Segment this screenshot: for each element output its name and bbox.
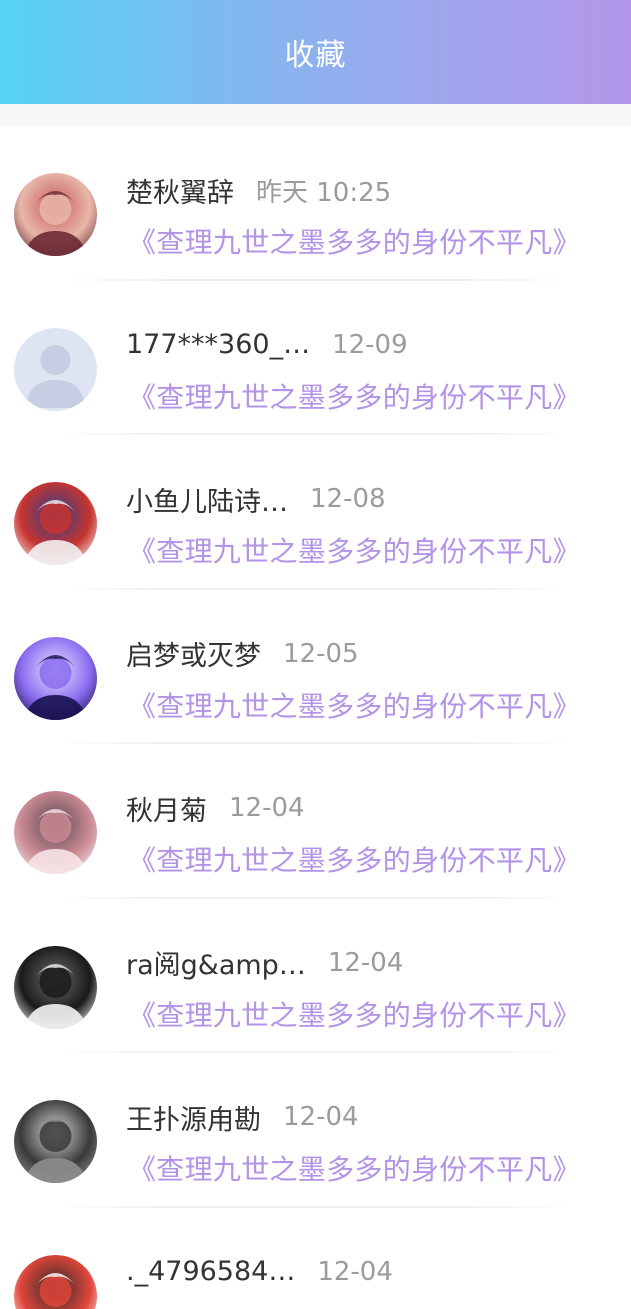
- grayscale-portrait-avatar-icon: [14, 1100, 97, 1183]
- item-meta: 启梦或灭梦 12-05: [126, 634, 359, 673]
- item-meta: ra阅g&amp… 12-04: [126, 943, 404, 982]
- timestamp: 昨天 10:25: [256, 177, 392, 208]
- avatar[interactable]: [14, 1254, 97, 1309]
- timestamp: 12-04: [283, 1102, 359, 1132]
- header-bar: 收藏: [0, 0, 631, 104]
- timestamp: 12-05: [283, 638, 359, 669]
- user-name[interactable]: 小鱼儿陆诗…: [126, 480, 288, 519]
- item-meta: ._4796584… 12-04: [126, 1254, 393, 1290]
- avatar[interactable]: [14, 945, 97, 1029]
- book-title[interactable]: 《查理九世之墨多多的身份不平凡》: [128, 994, 581, 1034]
- list-item[interactable]: ra阅g&amp… 12-04 《查理九世之墨多多的身份不平凡》: [0, 899, 631, 1053]
- book-title[interactable]: 《查理九世之墨多多的身份不平凡》: [128, 376, 581, 416]
- header-spacer: [0, 104, 631, 126]
- anime-girl-avatar-icon: [14, 173, 97, 256]
- list-item[interactable]: 小鱼儿陆诗… 12-08 《查理九世之墨多多的身份不平凡》: [0, 435, 631, 590]
- monochrome-boy-avatar-icon: [14, 945, 97, 1029]
- red-hair-cartoon-avatar-icon: [14, 1254, 97, 1309]
- timestamp: 12-04: [229, 793, 305, 823]
- user-name[interactable]: 启梦或灭梦: [126, 634, 261, 673]
- page-title: 收藏: [284, 38, 347, 73]
- book-title[interactable]: 《查理九世之墨多多的身份不平凡》: [128, 221, 581, 261]
- list-item[interactable]: 177***360_… 12-09 《查理九世之墨多多的身份不平凡》: [0, 281, 631, 435]
- list-item[interactable]: 秋月菊 12-04 《查理九世之墨多多的身份不平凡》: [0, 744, 631, 899]
- user-name[interactable]: ra阅g&amp…: [126, 943, 306, 982]
- list-item[interactable]: 王扑源甪勘 12-04 《查理九世之墨多多的身份不平凡》: [0, 1053, 631, 1208]
- user-name[interactable]: 楚秋翼辞: [126, 171, 234, 210]
- item-meta: 小鱼儿陆诗… 12-08: [126, 480, 386, 519]
- purple-energy-avatar-icon: [14, 636, 97, 720]
- list-item[interactable]: ._4796584… 12-04 《查理九世之墨多多的身份不平凡》: [0, 1208, 631, 1309]
- item-meta: 177***360_… 12-09: [126, 327, 408, 363]
- book-title[interactable]: 《查理九世之墨多多的身份不平凡》: [128, 839, 581, 879]
- avatar[interactable]: [14, 173, 97, 256]
- book-title[interactable]: 《查理九世之墨多多的身份不平凡》: [128, 685, 581, 725]
- default-user-avatar-icon: [14, 327, 97, 411]
- user-name[interactable]: 王扑源甪勘: [126, 1098, 261, 1137]
- item-meta: 秋月菊 12-04: [126, 789, 305, 828]
- timestamp: 12-08: [310, 484, 386, 514]
- list-item[interactable]: 启梦或灭梦 12-05 《查理九世之墨多多的身份不平凡》: [0, 590, 631, 744]
- avatar[interactable]: [14, 327, 97, 411]
- avatar[interactable]: [14, 791, 97, 874]
- avatar[interactable]: [14, 1100, 97, 1183]
- favorites-list: 楚秋翼辞 昨天 10:25 《查理九世之墨多多的身份不平凡》 177***360…: [0, 126, 631, 1309]
- item-meta: 楚秋翼辞 昨天 10:25: [126, 171, 392, 210]
- book-title[interactable]: 《查理九世之墨多多的身份不平凡》: [128, 1303, 581, 1309]
- user-name[interactable]: 秋月菊: [126, 789, 207, 828]
- timestamp: 12-04: [327, 947, 404, 978]
- book-title[interactable]: 《查理九世之墨多多的身份不平凡》: [128, 530, 581, 570]
- timestamp: 12-04: [317, 1256, 393, 1287]
- user-name[interactable]: 177***360_…: [126, 329, 310, 360]
- avatar[interactable]: [14, 482, 97, 565]
- book-title[interactable]: 《查理九世之墨多多的身份不平凡》: [128, 1148, 581, 1188]
- timestamp: 12-09: [332, 329, 408, 360]
- anime-red-dress-avatar-icon: [14, 482, 97, 565]
- list-item[interactable]: 楚秋翼辞 昨天 10:25 《查理九世之墨多多的身份不平凡》: [0, 126, 631, 281]
- user-name[interactable]: ._4796584…: [126, 1256, 295, 1287]
- item-meta: 王扑源甪勘 12-04: [126, 1098, 359, 1137]
- blossom-girl-avatar-icon: [14, 791, 97, 874]
- avatar[interactable]: [14, 636, 97, 720]
